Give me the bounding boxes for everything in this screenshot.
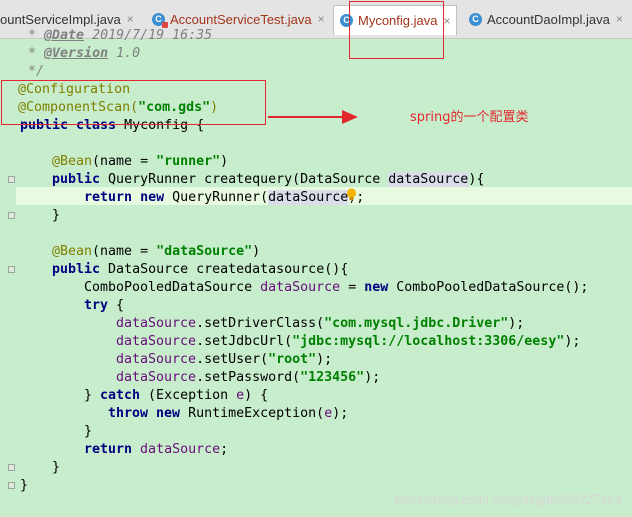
annotation-note: spring的一个配置类 (410, 110, 529, 125)
code-line: public DataSource createdatasource(){ (52, 262, 349, 277)
code-line: return dataSource; (84, 442, 229, 457)
code-line: * @Version 1.0 (20, 46, 141, 61)
code-line: } (20, 460, 61, 475)
highlight-box-annotations (1, 80, 266, 125)
lightbulb-icon[interactable] (346, 188, 357, 202)
code-line: } (20, 208, 61, 223)
close-icon[interactable]: × (318, 12, 325, 26)
fold-icon[interactable] (8, 176, 15, 183)
close-icon[interactable]: × (127, 12, 134, 26)
code-line: ComboPooledDataSource dataSource = new C… (84, 280, 589, 295)
code-line: dataSource.setJdbcUrl("jdbc:mysql://loca… (116, 334, 581, 349)
fold-icon[interactable] (8, 482, 15, 489)
close-icon[interactable]: × (616, 12, 623, 26)
test-class-icon: C (152, 12, 168, 28)
tab-label: AccountServiceTest.java (170, 11, 312, 27)
code-line: dataSource.setUser("root"); (116, 352, 333, 367)
watermark: https://blog.csdn.net/gdsgdh308227363 (394, 492, 622, 507)
fold-icon[interactable] (8, 266, 15, 273)
code-line: @Bean(name = "dataSource") (52, 244, 261, 259)
fold-icon[interactable] (8, 464, 15, 471)
tab-account-dao-impl[interactable]: C AccountDaoImpl.java × (469, 5, 623, 33)
highlight-box-tab (349, 1, 444, 59)
code-line: } (20, 478, 29, 493)
code-line: } catch (Exception e) { (84, 388, 269, 403)
close-icon[interactable]: × (443, 14, 450, 28)
class-icon: C (469, 12, 482, 26)
code-line: @Bean(name = "runner") (52, 154, 229, 169)
code-line: try { (84, 298, 125, 313)
code-line: */ (20, 64, 45, 79)
code-line: dataSource.setDriverClass("com.mysql.jdb… (116, 316, 525, 331)
code-line: throw new RuntimeException(e); (108, 406, 349, 421)
code-line: dataSource.setPassword("123456"); (116, 370, 381, 385)
fold-icon[interactable] (8, 212, 15, 219)
code-line: return new QueryRunner(dataSource); (84, 190, 365, 205)
code-line: } (20, 424, 93, 439)
tab-label: AccountDaoImpl.java (487, 11, 610, 27)
code-line: * @Date 2019/7/19 16:35 (20, 28, 213, 43)
code-line: public QueryRunner createquery(DataSourc… (52, 172, 485, 187)
arrow-icon (268, 110, 358, 124)
tab-label: ountServiceImpl.java (0, 11, 121, 27)
